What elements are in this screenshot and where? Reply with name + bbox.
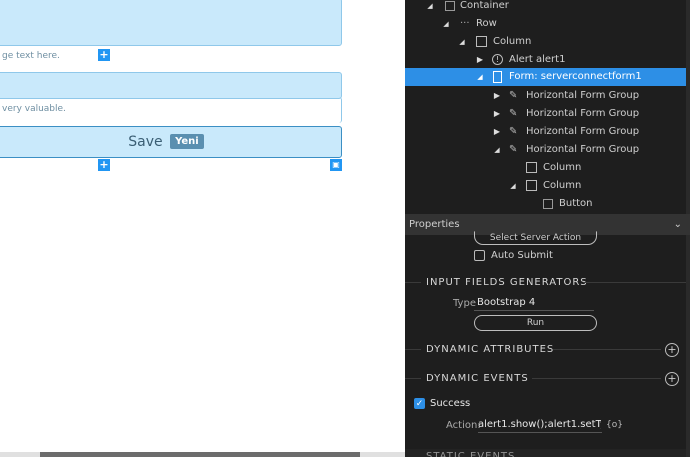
divider	[583, 282, 690, 283]
expand-triangle-icon[interactable]: ▶	[492, 87, 502, 105]
divider	[405, 282, 421, 283]
tree-item-column[interactable]: ◢ Column	[405, 177, 690, 195]
save-button-label: Save	[128, 134, 163, 150]
tree-item-alert[interactable]: ▶ ! Alert alert1	[405, 51, 690, 69]
collapse-triangle-icon[interactable]: ◢	[425, 0, 435, 15]
action-label: Action:	[446, 420, 481, 431]
input-field[interactable]	[0, 72, 342, 99]
select-underline	[474, 310, 594, 311]
auto-submit-checkbox[interactable]	[474, 250, 485, 261]
design-canvas: ge text here. + very valuable. Save Yeni…	[0, 0, 405, 457]
divider	[405, 378, 421, 379]
save-button[interactable]: Save Yeni	[0, 126, 342, 158]
dynamic-events-title: DYNAMIC EVENTS	[426, 373, 529, 384]
new-badge: Yeni	[170, 133, 204, 149]
tree-item-label: Horizontal Form Group	[526, 108, 640, 119]
form-icon	[493, 71, 502, 83]
expand-triangle-icon[interactable]: ▶	[475, 51, 485, 69]
tree-item-label: Horizontal Form Group	[526, 126, 640, 137]
copy-icon[interactable]: ▣	[330, 159, 342, 171]
select-server-action-button[interactable]: Select Server Action	[474, 231, 597, 245]
tree-item-button[interactable]: Button	[405, 195, 690, 213]
tree-item-label: Column	[543, 162, 582, 173]
button-icon	[543, 199, 553, 209]
pencil-icon: ✎	[509, 144, 518, 155]
column-icon	[476, 36, 487, 47]
tree-item-row[interactable]: ◢ ··· Row	[405, 15, 690, 33]
collapse-triangle-icon[interactable]: ◢	[492, 141, 502, 159]
success-label: Success	[430, 398, 471, 409]
type-label: Type	[453, 298, 476, 309]
collapse-triangle-icon[interactable]: ◢	[441, 15, 451, 33]
form-group-outline	[0, 97, 342, 123]
tree-item-label: Alert alert1	[509, 54, 566, 65]
properties-scrollbar[interactable]	[686, 235, 690, 457]
collapse-triangle-icon[interactable]: ◢	[457, 33, 467, 51]
divider	[553, 349, 661, 350]
tree-item-container[interactable]: ◢ Container	[405, 0, 690, 15]
tree-item-label: Button	[559, 198, 593, 209]
expand-triangle-icon[interactable]: ▶	[492, 123, 502, 141]
tree-item-label: Container	[460, 0, 509, 11]
textarea-field[interactable]	[0, 0, 342, 46]
column-icon	[526, 162, 537, 173]
tree-item-label: Horizontal Form Group	[526, 144, 640, 155]
run-button[interactable]: Run	[474, 315, 597, 331]
pencil-icon: ✎	[509, 108, 518, 119]
tree-item-column[interactable]: ◢ Column	[405, 33, 690, 51]
add-dynamic-event-icon[interactable]: +	[665, 372, 679, 386]
tree-item-label: Form: serverconnectform1	[509, 71, 642, 82]
pencil-icon: ✎	[509, 126, 518, 137]
tree-scrollbar[interactable]	[686, 0, 690, 214]
row-icon: ···	[460, 18, 470, 29]
container-icon	[445, 1, 455, 11]
column-icon	[526, 180, 537, 191]
auto-submit-label: Auto Submit	[491, 250, 553, 261]
success-checkbox[interactable]: ✓	[414, 398, 425, 409]
collapse-triangle-icon[interactable]: ◢	[475, 68, 485, 86]
right-panel: ◢ Container ◢ ··· Row ◢ Column ▶ ! Alert…	[405, 0, 690, 457]
tree-item-form-group[interactable]: ▶ ✎ Horizontal Form Group	[405, 123, 690, 141]
tree-item-column[interactable]: Column	[405, 159, 690, 177]
scrollbar-thumb[interactable]	[40, 452, 360, 457]
divider	[532, 378, 661, 379]
add-element-icon[interactable]: +	[98, 159, 110, 171]
alert-icon: !	[492, 54, 503, 65]
help-text-1: ge text here.	[2, 51, 60, 61]
tree-item-label: Column	[493, 36, 532, 47]
input-underline	[478, 432, 602, 433]
tree-item-form-group[interactable]: ▶ ✎ Horizontal Form Group	[405, 87, 690, 105]
tree-item-label: Column	[543, 180, 582, 191]
add-dynamic-attribute-icon[interactable]: +	[665, 343, 679, 357]
add-element-icon[interactable]: +	[98, 49, 110, 61]
panel-bottom-edge	[405, 449, 690, 457]
data-bindings-icon[interactable]: {o}	[606, 420, 623, 430]
type-select[interactable]: Bootstrap 4	[477, 297, 535, 308]
chevron-down-icon[interactable]: ⌄	[674, 214, 682, 235]
divider	[405, 349, 421, 350]
collapse-triangle-icon[interactable]: ◢	[508, 177, 518, 195]
properties-title: Properties	[409, 219, 460, 230]
expand-triangle-icon[interactable]: ▶	[492, 105, 502, 123]
dynamic-attributes-title: DYNAMIC ATTRIBUTES	[426, 344, 555, 355]
tree-item-form[interactable]: ◢ Form: serverconnectform1	[405, 68, 690, 86]
tree-item-form-group[interactable]: ▶ ✎ Horizontal Form Group	[405, 105, 690, 123]
pencil-icon: ✎	[509, 90, 518, 101]
input-fields-generators-title: INPUT FIELDS GENERATORS	[426, 277, 588, 288]
tree-item-form-group[interactable]: ◢ ✎ Horizontal Form Group	[405, 141, 690, 159]
tree-item-label: Row	[476, 18, 497, 29]
tree-item-label: Horizontal Form Group	[526, 90, 640, 101]
action-input[interactable]: alert1.show();alert1.setType	[478, 419, 601, 430]
